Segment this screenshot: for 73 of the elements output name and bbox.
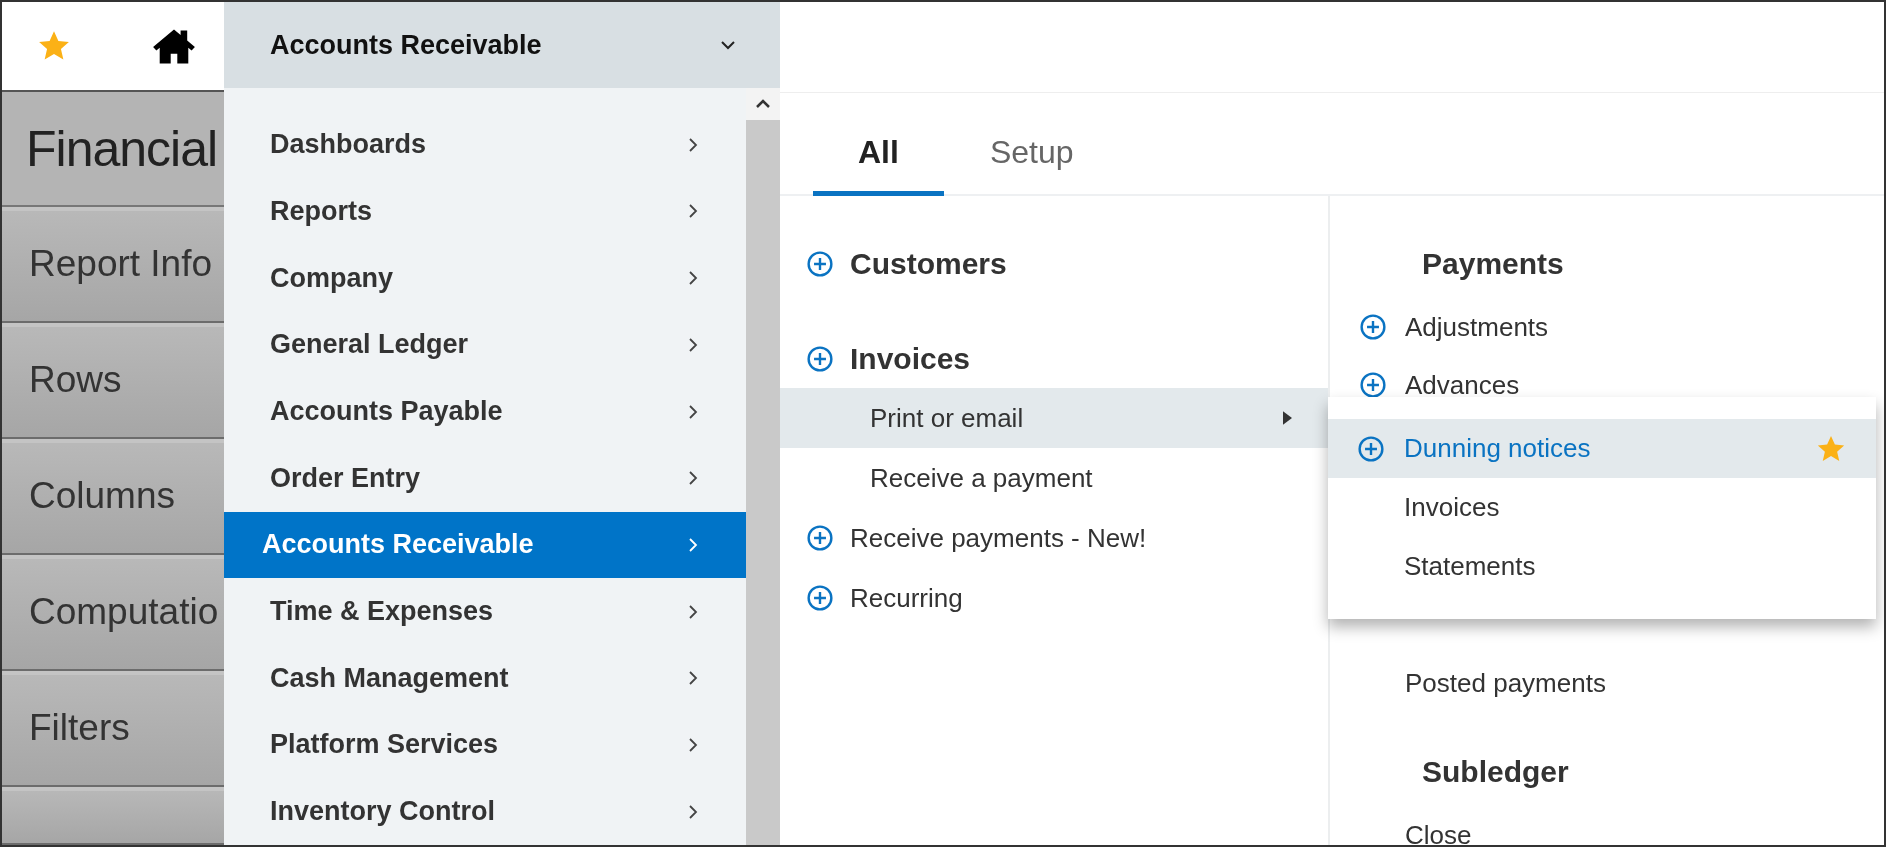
side-tab[interactable]: Report Info (2, 207, 224, 323)
section-header[interactable]: Invoices (780, 330, 1328, 388)
chevron-right-icon (688, 270, 698, 287)
scrollbar[interactable] (746, 88, 780, 845)
side-tab[interactable]: Columns (2, 439, 224, 555)
menu-row[interactable]: Posted payments (1330, 654, 1884, 712)
menu-row[interactable]: Statements (1328, 537, 1876, 596)
scroll-up-button[interactable] (746, 88, 780, 121)
menu-link[interactable]: Statements (1404, 551, 1846, 582)
menu-item[interactable]: Accounts Receivable (224, 511, 746, 579)
chevron-right-icon (688, 470, 698, 487)
menu-row[interactable]: Invoices (1328, 478, 1876, 537)
add-icon (1360, 372, 1386, 398)
add-icon (807, 251, 833, 277)
module-dropdown[interactable]: Accounts Receivable (224, 2, 780, 89)
menu-link[interactable]: Close (1405, 819, 1884, 845)
menu-item[interactable]: General Ledger (224, 311, 746, 379)
side-tab[interactable]: Computatio (2, 555, 224, 671)
menu-link[interactable]: Print or email (870, 402, 1283, 434)
panel-title: Financial (2, 92, 224, 207)
menu-link[interactable]: Advances (1405, 369, 1884, 401)
add-icon (807, 585, 833, 611)
menu-link[interactable]: Dunning notices (1404, 433, 1816, 464)
triangle-right-icon (1283, 411, 1292, 425)
chevron-right-icon (688, 403, 698, 420)
menu-row[interactable]: Print or email (780, 388, 1328, 448)
section-heading[interactable]: Invoices (850, 342, 971, 376)
menu-link[interactable]: Receive a payment (870, 462, 1292, 494)
menu-item[interactable]: Dashboards (224, 111, 746, 179)
menu-row[interactable]: Recurring (780, 568, 1328, 628)
menu-row[interactable]: Adjustments (1330, 298, 1884, 356)
add-icon (1358, 435, 1384, 462)
menu-item[interactable]: Cash Management (224, 644, 746, 712)
tab[interactable]: All (813, 134, 944, 196)
menu-row[interactable]: Advances (1330, 356, 1884, 414)
add-icon (807, 525, 833, 551)
dropdown-title: Accounts Receivable (270, 29, 542, 61)
menu-link[interactable]: Recurring (850, 582, 1292, 614)
chevron-right-icon (688, 803, 698, 820)
menu-item[interactable]: Time & Expenses (224, 578, 746, 645)
add-icon (1360, 314, 1386, 340)
side-tab[interactable]: Rows (2, 323, 224, 439)
chevron-right-icon (688, 136, 698, 153)
menu-item[interactable]: Accounts Payable (224, 378, 746, 445)
add-icon (807, 346, 833, 372)
chevron-right-icon (688, 736, 698, 753)
menu-item[interactable]: Inventory Control (224, 778, 746, 845)
menu-item[interactable]: Platform Services (224, 711, 746, 779)
chevron-right-icon (688, 203, 698, 220)
chevron-right-icon (688, 336, 698, 353)
section-header[interactable]: Customers (780, 235, 1328, 293)
menu-item[interactable]: Company (224, 244, 746, 312)
section-heading: Payments (1422, 247, 1564, 281)
menu-row[interactable]: Dunning notices (1328, 419, 1876, 478)
tab[interactable]: Setup (953, 134, 1110, 196)
menu-row[interactable]: Receive a payment (780, 448, 1328, 508)
menu-row[interactable]: Close (1330, 806, 1884, 845)
section-heading: Subledger (1422, 755, 1569, 789)
chevron-up-icon (755, 99, 771, 110)
chevron-right-icon (688, 603, 698, 620)
chevron-down-icon (720, 40, 736, 51)
menu-link[interactable]: Invoices (1404, 492, 1846, 523)
chevron-right-icon (688, 670, 698, 687)
menu-item[interactable]: Reports (224, 178, 746, 245)
menu-link[interactable]: Adjustments (1405, 311, 1884, 343)
menu-link[interactable]: Posted payments (1405, 667, 1884, 699)
chevron-right-icon (688, 536, 698, 553)
menu-item[interactable]: Order Entry (224, 444, 746, 512)
menu-link[interactable]: Receive payments - New! (850, 522, 1292, 554)
home-icon[interactable] (152, 27, 196, 65)
side-tab[interactable]: Filters (2, 671, 224, 787)
menu-row[interactable]: Receive payments - New! (780, 508, 1328, 568)
section-heading[interactable]: Customers (850, 247, 1007, 281)
